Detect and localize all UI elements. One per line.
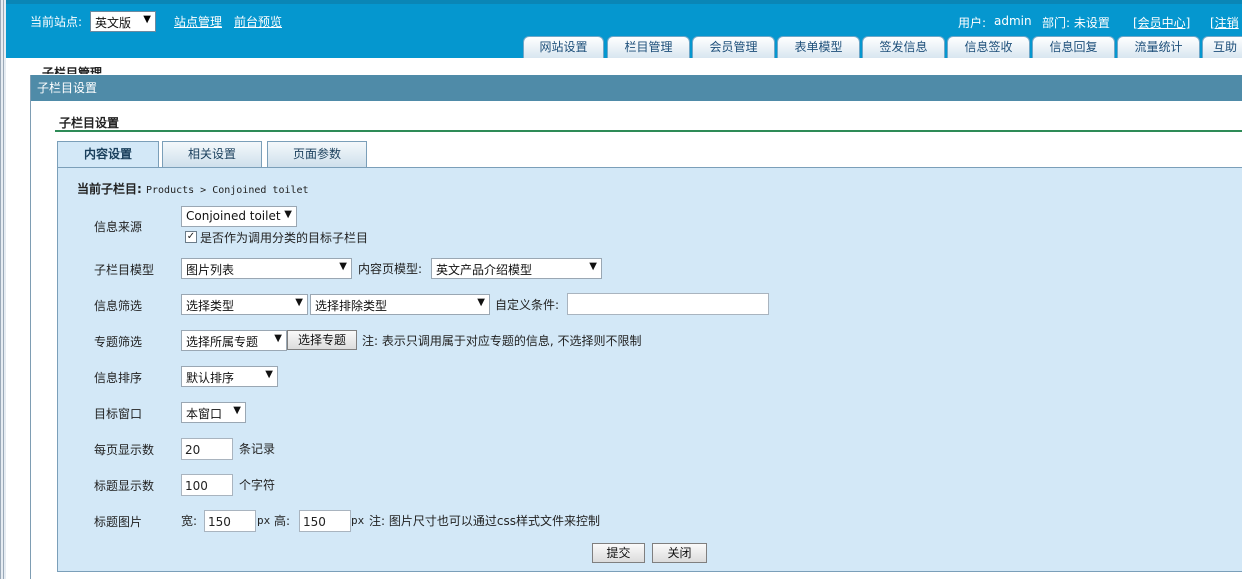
tab-mutual-help[interactable]: 互助: [1202, 36, 1242, 58]
close-button[interactable]: 关闭: [652, 543, 707, 563]
custom-condition-input[interactable]: [567, 293, 769, 315]
sort-select[interactable]: 默认排序 ▼: [181, 366, 278, 387]
site-select[interactable]: 英文版 ▼: [90, 11, 156, 32]
image-width-input[interactable]: 150: [204, 510, 256, 532]
content-model-select-value: 英文产品介绍模型: [436, 263, 533, 277]
logout-link[interactable]: [注销: [1210, 14, 1239, 31]
image-height-input[interactable]: 150: [299, 510, 351, 532]
tab-form-model[interactable]: 表单模型: [777, 36, 860, 58]
member-center-link[interactable]: [会员中心]: [1133, 14, 1190, 31]
sort-label: 信息排序: [94, 371, 143, 385]
window-select[interactable]: 本窗口 ▼: [181, 402, 246, 423]
site-select-value: 英文版: [95, 16, 132, 30]
per-page-label: 每页显示数: [94, 443, 155, 457]
top-navigation-bar: 当前站点: 英文版 ▼ 站点管理 前台预览 用户: admin 部门: 未设置 …: [6, 0, 1242, 58]
filter-exclude-select[interactable]: 选择排除类型 ▼: [310, 294, 490, 315]
tab-column-manage[interactable]: 栏目管理: [607, 36, 690, 58]
filter-label: 信息筛选: [94, 299, 143, 313]
tab-issue-info[interactable]: 签发信息: [862, 36, 945, 58]
frontend-preview-link[interactable]: 前台预览: [234, 13, 282, 30]
title-length-unit: 个字符: [239, 478, 276, 492]
topic-select[interactable]: 选择所属专题 ▼: [181, 330, 287, 351]
topic-select-value: 选择所属专题: [186, 335, 259, 349]
chevron-down-icon: ▼: [143, 14, 151, 25]
dialog-title-bar[interactable]: 子栏目设置: [31, 75, 1242, 101]
section-divider: [55, 130, 1242, 132]
image-width-label: 宽:: [181, 514, 198, 528]
title-length-input[interactable]: 100: [181, 474, 233, 496]
topic-note: 注: 表示只调用属于对应专题的信息, 不选择则不限制: [362, 334, 642, 348]
chevron-down-icon: ▼: [589, 261, 597, 272]
submit-button[interactable]: 提交: [592, 543, 645, 563]
section-title: 子栏目设置: [59, 116, 120, 130]
current-subcolumn: 当前子栏目: Products > Conjoined toilet: [77, 180, 309, 197]
model-select-value: 图片列表: [186, 263, 235, 277]
topic-label: 专题筛选: [94, 335, 143, 349]
window-select-value: 本窗口: [186, 407, 223, 421]
choose-topic-button[interactable]: 选择专题: [287, 330, 357, 350]
tab-site-settings[interactable]: 网站设置: [523, 36, 604, 58]
background-page-title: 子栏目管理: [42, 66, 103, 74]
content-settings-panel: 当前子栏目: Products > Conjoined toilet 信息来源 …: [57, 167, 1242, 572]
current-site-label: 当前站点:: [30, 15, 83, 29]
source-label: 信息来源: [94, 220, 143, 234]
title-image-label: 标题图片: [94, 515, 143, 529]
chevron-down-icon: ▼: [295, 297, 303, 308]
chevron-down-icon: ▼: [339, 261, 347, 272]
filter-type-select[interactable]: 选择类型 ▼: [181, 294, 308, 315]
image-height-label: 高:: [274, 514, 291, 528]
per-page-unit: 条记录: [239, 442, 276, 456]
image-size-note: 注: 图片尺寸也可以通过css样式文件来控制: [369, 514, 600, 528]
left-edge-strip: [0, 0, 6, 579]
sort-select-value: 默认排序: [186, 371, 235, 385]
source-select[interactable]: Conjoined toilet ▼: [181, 206, 297, 227]
tab-traffic-stats[interactable]: 流量统计: [1117, 36, 1200, 58]
tab-info-receive[interactable]: 信息签收: [947, 36, 1030, 58]
site-manage-link[interactable]: 站点管理: [174, 13, 222, 30]
content-model-label: 内容页模型:: [358, 262, 423, 276]
content-model-select[interactable]: 英文产品介绍模型 ▼: [431, 258, 602, 279]
user-name-link[interactable]: admin: [994, 14, 1032, 28]
target-subcolumn-checkbox[interactable]: ✓: [185, 231, 197, 243]
tab-member-manage[interactable]: 会员管理: [692, 36, 775, 58]
image-height-unit: px: [351, 514, 365, 527]
custom-condition-label: 自定义条件:: [495, 298, 560, 312]
title-length-label: 标题显示数: [94, 479, 155, 493]
filter-type-value: 选择类型: [186, 299, 235, 313]
tab-info-reply[interactable]: 信息回复: [1032, 36, 1115, 58]
department-label: 部门: 未设置: [1042, 16, 1110, 30]
tab-related-settings[interactable]: 相关设置: [162, 141, 262, 167]
filter-exclude-value: 选择排除类型: [315, 299, 388, 313]
current-subcolumn-path: Products > Conjoined toilet: [146, 185, 309, 196]
tab-page-params[interactable]: 页面参数: [267, 141, 367, 167]
window-label: 目标窗口: [94, 407, 143, 421]
target-subcolumn-check-label: 是否作为调用分类的目标子栏目: [200, 231, 369, 245]
tab-content-settings[interactable]: 内容设置: [57, 141, 159, 168]
chevron-down-icon: ▼: [265, 369, 273, 380]
subcolumn-settings-dialog: 子栏目设置 子栏目设置 内容设置 相关设置 页面参数 当前子栏目: Produc…: [30, 75, 1242, 579]
chevron-down-icon: ▼: [274, 333, 282, 344]
top-info-row: 当前站点: 英文版 ▼ 站点管理 前台预览 用户: admin 部门: 未设置 …: [6, 8, 1242, 32]
per-page-input[interactable]: 20: [181, 438, 233, 460]
current-subcolumn-label: 当前子栏目:: [77, 182, 142, 196]
source-select-value: Conjoined toilet: [186, 209, 281, 223]
chevron-down-icon: ▼: [284, 209, 292, 220]
image-width-unit: px: [257, 514, 271, 527]
model-label: 子栏目模型: [94, 263, 155, 277]
user-label: 用户:: [958, 16, 987, 30]
model-select[interactable]: 图片列表 ▼: [181, 258, 352, 279]
chevron-down-icon: ▼: [477, 297, 485, 308]
chevron-down-icon: ▼: [233, 405, 241, 416]
